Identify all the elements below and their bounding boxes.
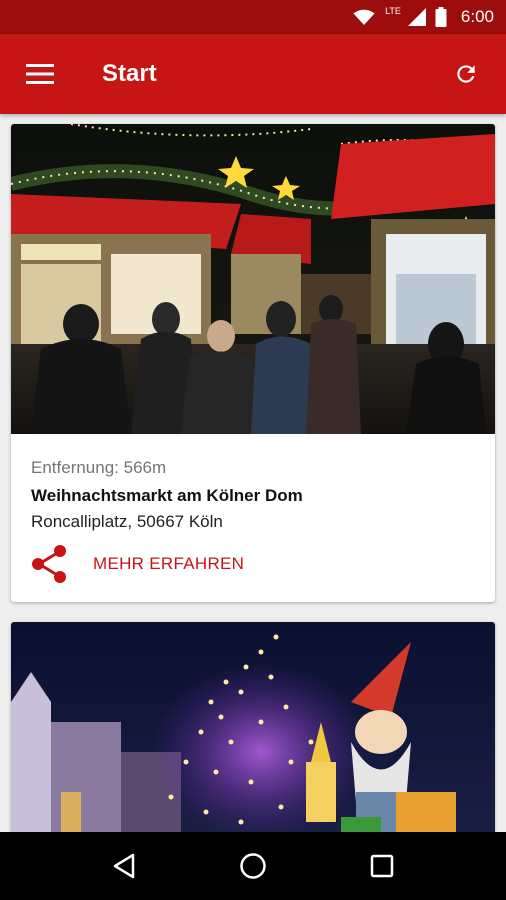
back-icon	[114, 853, 135, 879]
wifi-icon	[353, 9, 375, 25]
share-icon	[32, 545, 66, 583]
recents-icon	[370, 854, 393, 878]
content-list[interactable]: Entfernung: 566m Weihnachtsmarkt am Köln…	[0, 114, 506, 832]
menu-icon	[26, 64, 54, 84]
card-address: Roncalliplatz, 50667 Köln	[31, 512, 223, 531]
card-actions: MEHR ERFAHREN	[31, 536, 475, 592]
home-button[interactable]	[218, 832, 288, 900]
share-button[interactable]	[31, 542, 75, 586]
card-title[interactable]: Weihnachtsmarkt am Kölner Dom	[31, 486, 475, 506]
refresh-icon	[457, 65, 475, 83]
page-title: Start	[102, 60, 157, 87]
market-card[interactable]	[11, 622, 495, 832]
network-type-label: LTE	[385, 6, 401, 16]
market-card[interactable]: Entfernung: 566m Weihnachtsmarkt am Köln…	[11, 124, 495, 602]
back-button[interactable]	[89, 832, 159, 900]
recents-button[interactable]	[347, 832, 417, 900]
status-bar: LTE 6:00	[0, 0, 506, 34]
refresh-button[interactable]	[426, 34, 506, 114]
status-time: 6:00	[460, 7, 494, 26]
more-info-button[interactable]: MEHR ERFAHREN	[93, 554, 244, 574]
navigation-bar	[0, 832, 506, 900]
cell-signal-icon	[407, 8, 426, 26]
christmas-gnome-lights-photo[interactable]	[11, 622, 495, 832]
card-distance: Entfernung: 566m	[31, 458, 167, 477]
app-bar: Start	[0, 34, 506, 114]
home-icon	[240, 853, 266, 879]
christmas-market-photo[interactable]	[11, 124, 495, 434]
menu-button[interactable]	[0, 34, 80, 114]
battery-icon	[435, 7, 447, 27]
card-body: Entfernung: 566m Weihnachtsmarkt am Köln…	[11, 434, 495, 602]
